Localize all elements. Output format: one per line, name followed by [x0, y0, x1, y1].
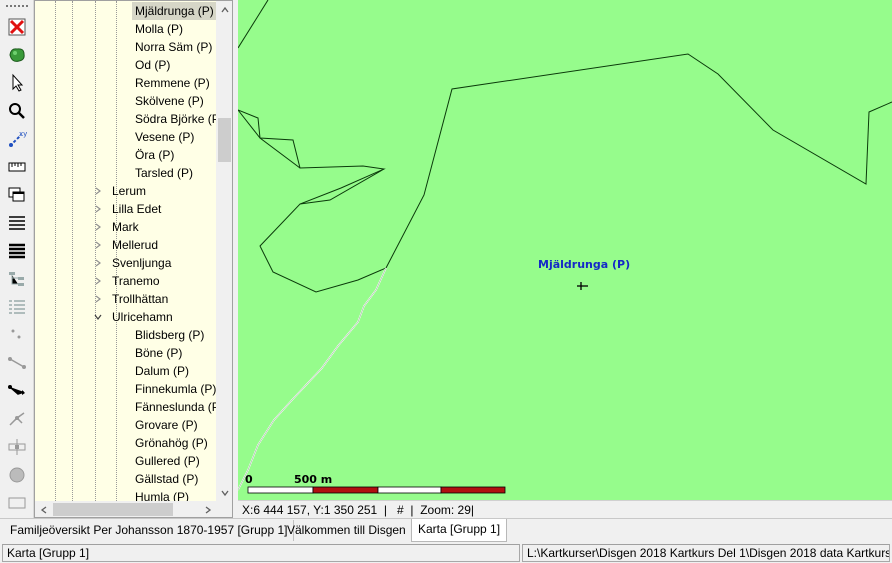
status-left: Karta [Grupp 1]	[2, 544, 520, 562]
map-view[interactable]: Mjäldrunga (P) 0 500 m	[238, 0, 892, 500]
separator: |	[383, 503, 388, 517]
scroll-thumb[interactable]	[218, 118, 231, 162]
tree-vertical-scrollbar[interactable]	[216, 1, 232, 501]
place-marker-icon[interactable]	[577, 282, 588, 290]
node-edit-icon[interactable]	[6, 436, 28, 458]
scale-distance-label: 500 m	[294, 473, 333, 486]
ruler-icon[interactable]	[6, 156, 28, 178]
road-line-edge	[238, 267, 387, 491]
separator: |	[410, 503, 414, 517]
document-tabs: Familjeöversikt Per Johansson 1870-1957 …	[0, 518, 892, 542]
tree-node-parish[interactable]: Skölvene (P)	[135, 92, 204, 110]
scroll-right-icon[interactable]	[199, 501, 216, 517]
scroll-thumb[interactable]	[53, 503, 173, 516]
tree-horizontal-scrollbar[interactable]	[35, 501, 216, 517]
tree-guide-line	[72, 1, 73, 501]
tree-node-parish[interactable]: Finnekumla (P)	[135, 380, 216, 398]
chevron-right-icon[interactable]	[93, 254, 103, 272]
chevron-right-icon[interactable]	[93, 236, 103, 254]
tree-node-parish[interactable]: Vesene (P)	[135, 128, 194, 146]
list-lines-icon[interactable]	[6, 212, 28, 234]
list-bold-icon[interactable]	[6, 240, 28, 262]
tree-node-parish[interactable]: Gullered (P)	[135, 452, 200, 470]
map-layer-icon[interactable]	[6, 44, 28, 66]
list-numbered-icon[interactable]	[6, 296, 28, 318]
chevron-right-icon[interactable]	[93, 182, 103, 200]
tree-node-parish[interactable]: Norra Säm (P)	[135, 38, 212, 56]
tab-family-overview[interactable]: Familjeöversikt Per Johansson 1870-1957 …	[4, 520, 295, 541]
separator: |	[470, 503, 475, 517]
tree-node-municipality[interactable]: Lilla Edet	[112, 200, 161, 218]
tree-node-parish[interactable]: Molla (P)	[135, 20, 183, 38]
pointer-icon[interactable]	[6, 72, 28, 94]
close-red-icon[interactable]	[6, 16, 28, 38]
tree-guide-line	[55, 1, 56, 501]
zoom-readout: Zoom: 29	[420, 503, 471, 517]
tree-node-municipality[interactable]: Tranemo	[112, 272, 160, 290]
toolbar-grip[interactable]	[6, 5, 28, 7]
tree-node-parish[interactable]: Dalum (P)	[135, 362, 189, 380]
chevron-right-icon[interactable]	[93, 290, 103, 308]
tree-node-parish[interactable]: Öra (P)	[135, 146, 174, 164]
tree-node-municipality[interactable]: Svenljunga	[112, 254, 171, 272]
tree-node-parish[interactable]: Grönahög (P)	[135, 434, 208, 452]
tab-map[interactable]: Karta [Grupp 1]	[411, 519, 508, 542]
tools-toolbar: xy	[0, 0, 34, 518]
tree-node-parish[interactable]: Fänneslunda (P)	[135, 398, 216, 416]
tab-welcome[interactable]: Välkommen till Disgen	[281, 520, 413, 541]
coordinate-readout: X:6 444 157, Y:1 350 251	[242, 503, 378, 517]
tree-node-parish[interactable]: Tarsled (P)	[135, 164, 193, 182]
tree-node-municipality[interactable]: Mark	[112, 218, 139, 236]
hash-field: #	[397, 503, 404, 517]
chevron-right-icon[interactable]	[93, 200, 103, 218]
tree-node-parish[interactable]: Södra Björke (P)	[135, 110, 216, 128]
coordinate-bar: X:6 444 157, Y:1 350 251 | # | Zoom: 29|	[238, 500, 892, 518]
chevron-down-icon[interactable]	[93, 308, 103, 326]
place-tree: Mjäldrunga (P) Molla (P) Norra Säm (P) Od (…	[35, 1, 216, 501]
tree-structure-icon[interactable]	[6, 268, 28, 290]
tree-node-municipality[interactable]: Mellerud	[112, 236, 158, 254]
tree-node-municipality[interactable]: Trollhättan	[112, 290, 168, 308]
tree-node-parish[interactable]: Od (P)	[135, 56, 170, 74]
scale-bar	[247, 486, 506, 494]
rectangle-icon[interactable]	[6, 492, 28, 514]
tree-node-municipality[interactable]: Ulricehamn	[112, 308, 173, 326]
tree-node-parish[interactable]: Remmene (P)	[135, 74, 210, 92]
boundary-lines	[238, 0, 892, 293]
scrollbar-corner	[216, 501, 232, 517]
dots-icon[interactable]	[6, 324, 28, 346]
tree-node-parish[interactable]: Böne (P)	[135, 344, 182, 362]
tree-node-parish[interactable]: Grovare (P)	[135, 416, 198, 434]
tree-node-parish[interactable]: Gällstad (P)	[135, 470, 198, 488]
scroll-down-icon[interactable]	[216, 484, 232, 501]
tree-node-municipality[interactable]: Lerum	[112, 182, 146, 200]
tree-node-parish[interactable]: Mjäldrunga (P)	[132, 2, 216, 20]
status-path: L:\Kartkurser\Disgen 2018 Kartkurs Del 1…	[522, 544, 890, 562]
chevron-right-icon[interactable]	[93, 272, 103, 290]
place-tree-panel: Mjäldrunga (P) Molla (P) Norra Säm (P) Od (…	[34, 0, 233, 518]
circle-icon[interactable]	[6, 464, 28, 486]
map-place-label[interactable]: Mjäldrunga (P)	[538, 258, 630, 271]
svg-text:xy: xy	[19, 130, 27, 138]
magnifier-icon[interactable]	[6, 100, 28, 122]
status-bar: Karta [Grupp 1] L:\Kartkurser\Disgen 201…	[0, 543, 892, 563]
windows-icon[interactable]	[6, 184, 28, 206]
scroll-left-icon[interactable]	[35, 501, 52, 517]
scale-zero-label: 0	[245, 473, 253, 486]
line-edit-icon[interactable]	[6, 380, 28, 402]
chevron-right-icon[interactable]	[93, 218, 103, 236]
tree-node-parish[interactable]: Blidsberg (P)	[135, 326, 204, 344]
line-split-icon[interactable]	[6, 408, 28, 430]
coordinate-icon[interactable]: xy	[6, 128, 28, 150]
map-canvas[interactable]	[238, 0, 892, 500]
scroll-up-icon[interactable]	[216, 1, 232, 18]
line-draw-icon[interactable]	[6, 352, 28, 374]
tree-node-parish[interactable]: Humla (P)	[135, 488, 189, 501]
